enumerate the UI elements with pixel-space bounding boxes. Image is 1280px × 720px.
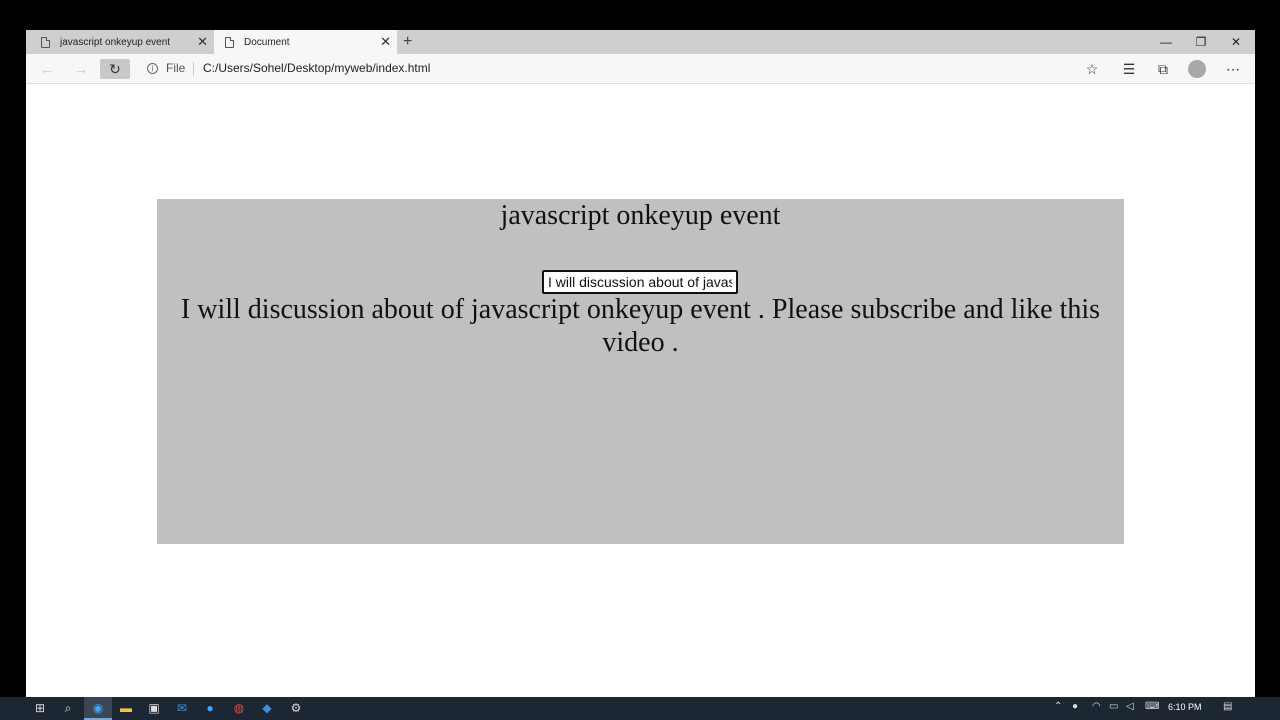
screen: javascript onkeyup event ✕ Document ✕ + … [0,0,1280,720]
text-input[interactable] [542,270,738,294]
file-explorer-icon[interactable]: ▬ [118,700,134,716]
scheme-label: File [166,61,186,75]
tab-bar: javascript onkeyup event ✕ Document ✕ + … [26,30,1255,54]
windows-start-icon[interactable]: ⊞ [32,700,48,716]
favorites-list-icon[interactable]: ☰ [1118,59,1140,79]
more-menu-icon[interactable]: ⋯ [1222,59,1244,79]
battery-icon[interactable]: ▭ [1109,701,1118,712]
edge-icon: ◉ [92,701,104,715]
taskbar-edge-button[interactable]: ◉ [84,697,112,720]
favorite-star-icon[interactable]: ☆ [1081,59,1103,79]
address-bar[interactable]: C:/Users/Sohel/Desktop/myweb/index.html [203,61,430,75]
page-content: javascript onkeyup event I will discussi… [26,84,1255,697]
tab-javascript-onkeyup-event[interactable]: javascript onkeyup event ✕ [26,30,214,54]
toolbar: ← → ↻ i File C:/Users/Sohel/Desktop/mywe… [26,54,1255,84]
close-icon[interactable]: ✕ [380,34,391,50]
restore-button[interactable]: ❐ [1183,32,1219,52]
page-icon [225,36,234,48]
output-text: I will discussion about of javascript on… [180,294,1101,358]
new-tab-button[interactable]: + [403,32,412,52]
collections-icon[interactable]: ⧉ [1152,59,1174,79]
vscode-icon[interactable]: ◆ [259,700,275,716]
demo-container: javascript onkeyup event I will discussi… [157,199,1124,544]
info-icon[interactable]: i [147,63,158,74]
page-icon [41,36,50,48]
taskbar: ⊞ ⌕ ◉ ▬ ▣ ✉ ● ◍ ◆ ⚙ ⌃ ● ◠ ▭ ◁ ⌨ 6:10 PM … [0,697,1280,720]
app-icon[interactable]: ● [202,700,218,716]
search-icon[interactable]: ⌕ [60,700,76,716]
keyboard-icon[interactable]: ⌨ [1145,701,1159,712]
back-button[interactable]: ← [36,59,58,79]
tab-title: javascript onkeyup event [60,36,171,48]
notifications-icon[interactable]: ▤ [1223,701,1232,712]
forward-button[interactable]: → [70,59,92,79]
microphone-icon[interactable]: ● [1072,701,1078,712]
settings-icon[interactable]: ⚙ [288,700,304,716]
volume-icon[interactable]: ◁ [1126,701,1134,712]
chevron-up-icon[interactable]: ⌃ [1054,701,1062,712]
mail-icon[interactable]: ✉ [174,700,190,716]
store-icon[interactable]: ▣ [146,700,162,716]
browser-window: javascript onkeyup event ✕ Document ✕ + … [26,30,1255,697]
wifi-icon[interactable]: ◠ [1092,701,1101,712]
tab-title: Document [244,36,290,48]
refresh-button[interactable]: ↻ [100,59,130,79]
close-window-button[interactable]: ✕ [1218,32,1254,52]
chrome-icon[interactable]: ◍ [231,700,247,716]
profile-avatar[interactable] [1188,60,1206,78]
address-separator [193,62,194,76]
page-heading: javascript onkeyup event [500,200,781,231]
clock[interactable]: 6:10 PM [1168,702,1202,712]
tab-document[interactable]: Document ✕ [214,30,397,54]
minimize-button[interactable]: — [1148,32,1184,52]
close-icon[interactable]: ✕ [197,34,208,50]
